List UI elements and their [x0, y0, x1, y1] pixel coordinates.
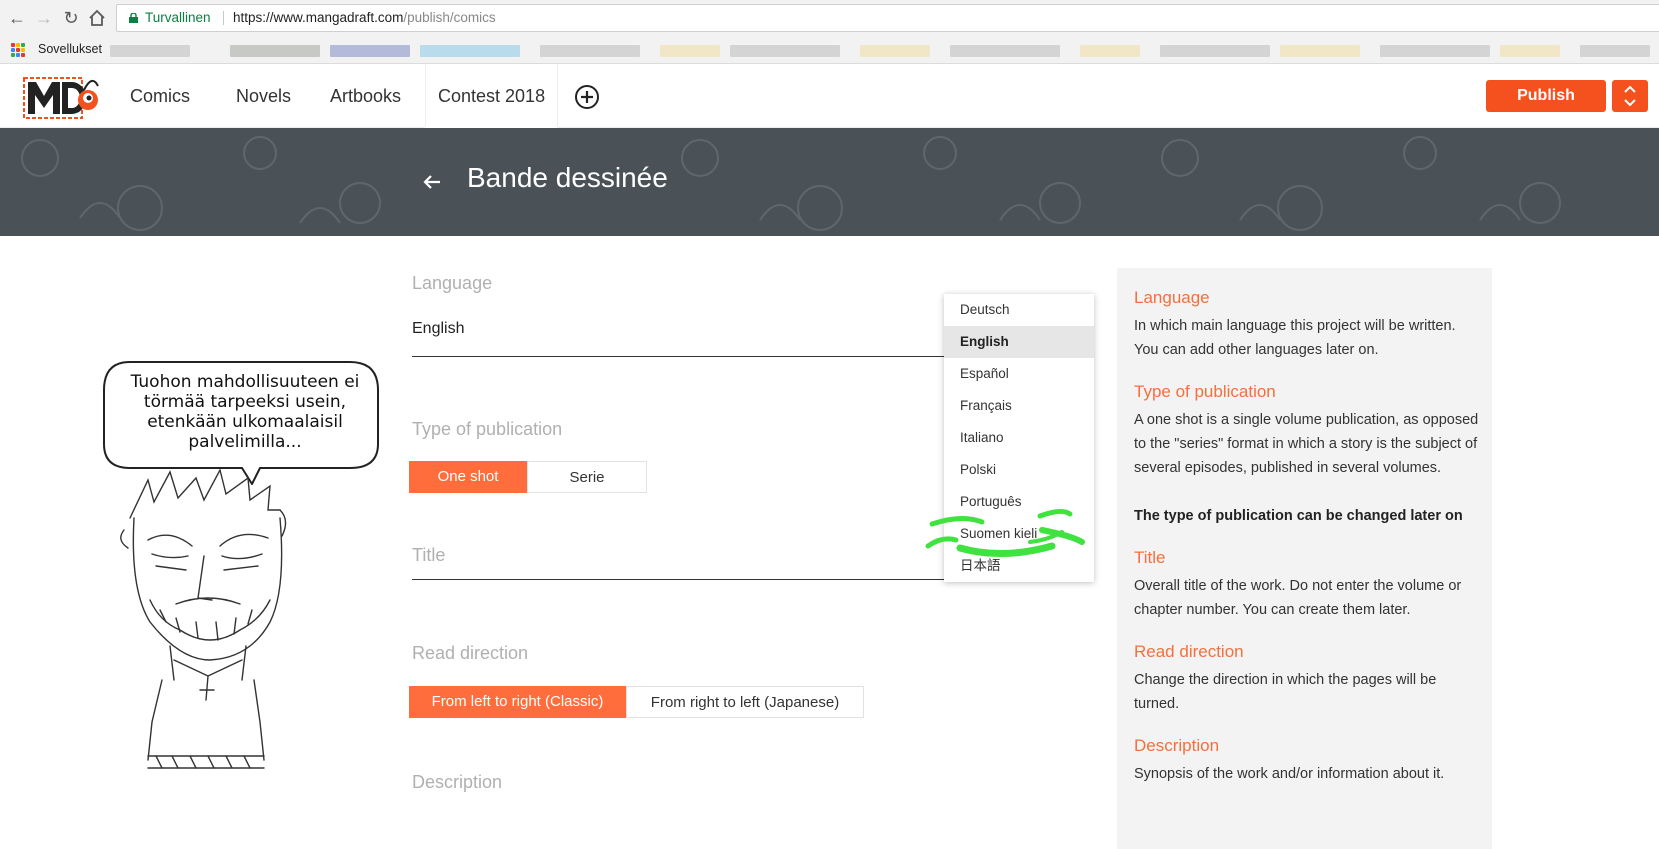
- help-language-title: Language: [1134, 288, 1210, 307]
- back-arrow-icon[interactable]: [420, 170, 444, 194]
- back-icon[interactable]: ←: [6, 7, 28, 29]
- help-description-text: Synopsis of the work and/or information …: [1134, 766, 1445, 782]
- read-option-right-to-left[interactable]: From right to left (Japanese): [626, 686, 864, 718]
- blurred-bookmark[interactable]: [1380, 45, 1490, 57]
- type-of-publication-label: Type of publication: [412, 419, 563, 439]
- language-option-english[interactable]: English: [944, 326, 1094, 358]
- bookmarks-bar: Sovellukset: [0, 36, 1659, 64]
- help-title-title: Title: [1134, 548, 1166, 567]
- blurred-bookmark[interactable]: [330, 45, 410, 57]
- description-label: Description: [412, 772, 503, 792]
- blurred-bookmark[interactable]: [1160, 45, 1270, 57]
- language-option-portugues[interactable]: Português: [944, 486, 1094, 518]
- blurred-bookmark[interactable]: [1580, 45, 1650, 57]
- title-label: Title: [412, 545, 446, 565]
- language-option-francais[interactable]: Français: [944, 390, 1094, 422]
- blurred-bookmark[interactable]: [420, 45, 520, 57]
- apps-bookmark-label[interactable]: Sovellukset: [38, 42, 102, 56]
- page-banner: Bande dessinée: [0, 128, 1659, 236]
- site-header: Comics Novels Artbooks Contest 2018 Publ…: [0, 64, 1659, 128]
- page-title: Bande dessinée: [467, 162, 668, 193]
- language-option-japanese[interactable]: 日本語: [944, 550, 1094, 582]
- help-type-text: A one shot is a single volume publicatio…: [1134, 412, 1479, 476]
- language-option-espanol[interactable]: Español: [944, 358, 1094, 390]
- blurred-bookmark[interactable]: [1080, 45, 1140, 57]
- publish-button[interactable]: Publish: [1486, 80, 1606, 112]
- language-underline: [412, 356, 954, 357]
- mangadraft-logo[interactable]: [22, 70, 102, 122]
- help-panel: Language In which main language this pro…: [1117, 268, 1492, 849]
- speech-bubble-text: Tuohon mahdollisuuteen ei törmää tarpeek…: [130, 372, 360, 452]
- nav-novels[interactable]: Novels: [224, 64, 303, 128]
- language-select[interactable]: English: [412, 320, 464, 338]
- secure-label: Turvallinen: [145, 10, 211, 25]
- add-circle-icon[interactable]: [574, 84, 600, 110]
- nav-artbooks[interactable]: Artbooks: [318, 64, 413, 128]
- language-option-polski[interactable]: Polski: [944, 454, 1094, 486]
- browser-chrome: ← → ↻ Turvallinen https://www.mangadraft…: [0, 0, 1659, 64]
- url-path: /publish/comics: [403, 10, 496, 25]
- language-option-suomen-kieli[interactable]: Suomen kieli: [944, 518, 1094, 550]
- blurred-bookmark[interactable]: [1280, 45, 1360, 57]
- address-bar[interactable]: Turvallinen https://www.mangadraft.com/p…: [116, 4, 1659, 32]
- read-option-left-to-right[interactable]: From left to right (Classic): [409, 686, 626, 718]
- help-type-title: Type of publication: [1134, 382, 1276, 401]
- help-read-text: Change the direction in which the pages …: [1134, 672, 1437, 712]
- title-input-underline[interactable]: [412, 579, 954, 580]
- address-row: ← → ↻ Turvallinen https://www.mangadraft…: [0, 0, 1659, 36]
- blurred-bookmark[interactable]: [860, 45, 930, 57]
- nav-contest-2018[interactable]: Contest 2018: [425, 64, 559, 128]
- apps-grid-icon[interactable]: [11, 43, 25, 57]
- language-label: Language: [412, 273, 493, 293]
- type-option-one-shot[interactable]: One shot: [409, 461, 527, 493]
- blurred-bookmark[interactable]: [230, 45, 320, 57]
- language-option-deutsch[interactable]: Deutsch: [944, 294, 1094, 326]
- blurred-bookmark[interactable]: [1500, 45, 1560, 57]
- help-title-text: Overall title of the work. Do not enter …: [1134, 578, 1462, 618]
- lock-icon: [129, 13, 138, 23]
- blurred-bookmark[interactable]: [950, 45, 1060, 57]
- read-direction-label: Read direction: [412, 643, 529, 663]
- blurred-bookmark[interactable]: [660, 45, 720, 57]
- home-icon[interactable]: [86, 7, 108, 29]
- help-type-note: The type of publication can be changed l…: [1134, 508, 1463, 524]
- blurred-bookmark[interactable]: [540, 45, 640, 57]
- banner-doodle-pattern: [21, 136, 1561, 231]
- blurred-bookmark[interactable]: [730, 45, 840, 57]
- url-text: https://www.mangadraft.com/publish/comic…: [233, 5, 496, 31]
- language-option-italiano[interactable]: Italiano: [944, 422, 1094, 454]
- nav-comics[interactable]: Comics: [118, 64, 202, 128]
- help-read-title: Read direction: [1134, 642, 1244, 661]
- publish-options-button[interactable]: [1612, 80, 1648, 112]
- address-separator: [223, 11, 224, 25]
- chevron-up-down-icon: [1624, 85, 1636, 107]
- type-option-serie[interactable]: Serie: [527, 461, 647, 493]
- reload-icon[interactable]: ↻: [60, 7, 82, 29]
- language-dropdown[interactable]: Deutsch English Español Français Italian…: [944, 294, 1094, 582]
- blurred-bookmark[interactable]: [110, 45, 190, 57]
- help-description-title: Description: [1134, 736, 1220, 755]
- forward-icon[interactable]: →: [33, 7, 55, 29]
- url-host: https://www.mangadraft.com: [233, 10, 404, 25]
- help-language-text: In which main language this project will…: [1134, 318, 1456, 358]
